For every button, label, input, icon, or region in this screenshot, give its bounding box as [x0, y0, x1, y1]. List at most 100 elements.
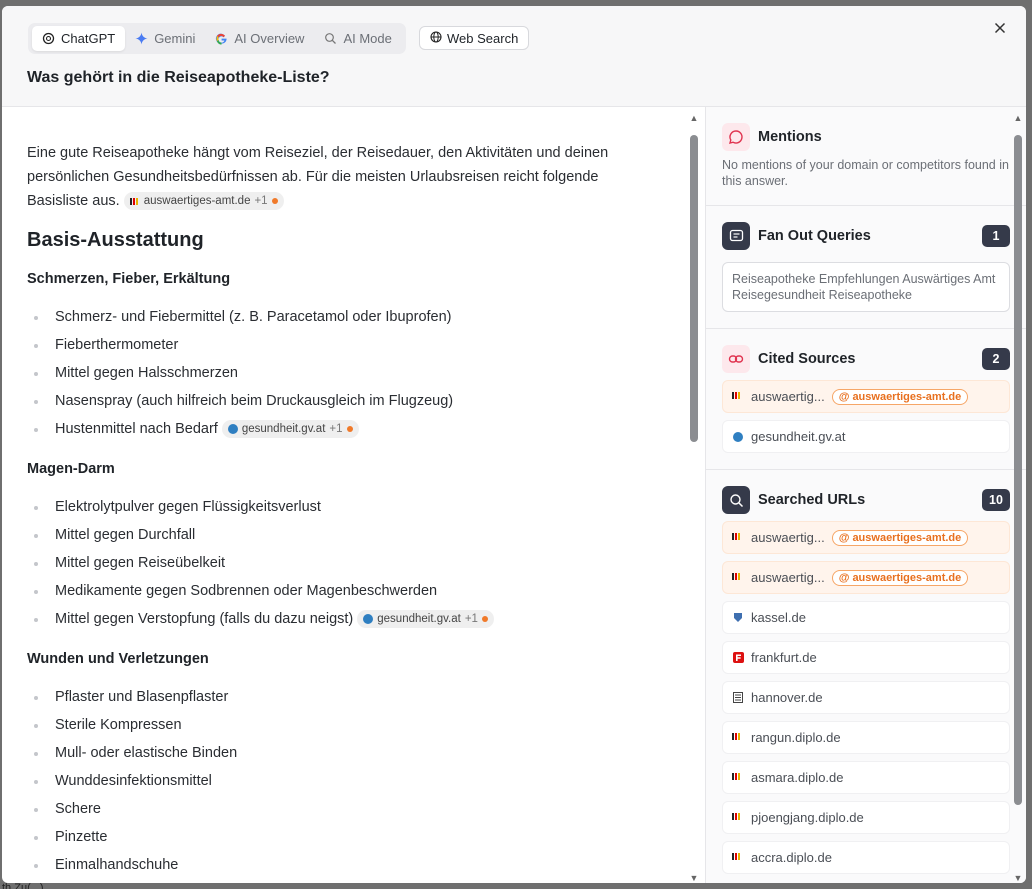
cited-list: auswaertig... @ auswaertiges-amt.de gesun… — [722, 380, 1010, 453]
message-lines-icon — [722, 222, 750, 250]
scroll-down-icon[interactable]: ▼ — [1013, 873, 1023, 883]
tab-label: Gemini — [154, 31, 196, 46]
de-flag-icon — [732, 732, 744, 744]
tab-label: AI Overview — [234, 31, 305, 46]
url-label: hannover.de — [751, 690, 823, 705]
list-item: Mittel gegen Halsschmerzen — [27, 359, 642, 387]
section-list: Pflaster und Blasenpflaster Sterile Komp… — [27, 683, 642, 879]
chip-more: +1 — [464, 613, 478, 626]
frankfurt-icon — [732, 652, 744, 664]
source-row[interactable]: gesundheit.gv.at — [722, 420, 1010, 453]
close-button[interactable] — [990, 20, 1010, 40]
list-item: Mittel gegen Reiseübelkeit — [27, 549, 642, 577]
tab-label: ChatGPT — [61, 31, 116, 46]
scroll-thumb[interactable] — [1014, 135, 1022, 805]
badge-label: auswaertiges-amt.de — [852, 531, 962, 544]
mentions-section: Mentions No mentions of your domain or c… — [706, 107, 1026, 206]
cited-title: Cited Sources — [758, 351, 856, 367]
section-title: Magen-Darm — [27, 461, 115, 477]
scroll-thumb[interactable] — [690, 135, 698, 442]
fan-out-query[interactable]: Reiseapotheke Empfehlungen Auswärtiges A… — [722, 262, 1010, 312]
chip-domain: gesundheit.gv.at — [241, 423, 326, 436]
url-row[interactable]: frankfurt.de — [722, 641, 1010, 674]
badge-label: auswaertiges-amt.de — [852, 390, 962, 403]
domain-badge: @ auswaertiges-amt.de — [831, 569, 969, 586]
scroll-down-icon[interactable]: ▼ — [689, 873, 699, 883]
scroll-up-icon[interactable]: ▲ — [1013, 113, 1023, 123]
item-text: Hustenmittel nach Bedarf — [55, 421, 218, 437]
insights-sidebar: Mentions No mentions of your domain or c… — [705, 107, 1026, 883]
de-flag-icon — [732, 572, 744, 584]
list-item: Fieberthermometer — [27, 331, 642, 359]
domain-badge: @ auswaertiges-amt.de — [831, 529, 969, 546]
fan-out-title: Fan Out Queries — [758, 228, 871, 244]
section-list: Schmerz- und Fiebermittel (z. B. Paracet… — [27, 303, 642, 443]
cited-header: Cited Sources 2 — [722, 345, 1010, 373]
tab-ai-overview[interactable]: AI Overview — [205, 26, 314, 51]
scroll-up-icon[interactable]: ▲ — [689, 113, 699, 123]
web-search-button[interactable]: Web Search — [419, 26, 530, 50]
url-label: auswaertig... — [751, 530, 825, 545]
mentions-header: Mentions — [722, 123, 1010, 151]
answer-intro: Eine gute Reiseapotheke hängt vom Reisez… — [27, 141, 642, 213]
url-label: accra.diplo.de — [751, 850, 832, 865]
search-icon — [722, 486, 750, 514]
url-row[interactable]: kassel.de — [722, 601, 1010, 634]
list-item: Mittel gegen Durchfall — [27, 521, 642, 549]
list-item: Schmerz- und Fiebermittel (z. B. Paracet… — [27, 303, 642, 331]
fan-out-section: Fan Out Queries 1 Reiseapotheke Empfehlu… — [706, 206, 1026, 329]
chip-more: +1 — [329, 423, 343, 436]
url-row[interactable]: accra.diplo.de — [722, 841, 1010, 874]
tab-chatgpt[interactable]: ChatGPT — [32, 26, 126, 51]
intro-text: Eine gute Reiseapotheke hängt vom Reisez… — [27, 145, 609, 209]
searched-title: Searched URLs — [758, 492, 866, 508]
link-icon — [722, 345, 750, 373]
gv-icon — [227, 424, 238, 435]
tab-gemini[interactable]: Gemini — [125, 26, 205, 51]
chip-domain: gesundheit.gv.at — [377, 613, 461, 626]
url-row[interactable]: auswaertig... @ auswaertiges-amt.de — [722, 561, 1010, 594]
list-item: Sterile Kompressen — [27, 711, 642, 739]
engine-tabs: ChatGPT Gemini AI Overview AI Mode — [28, 23, 406, 54]
source-label: auswaertig... — [751, 389, 825, 404]
mentions-title: Mentions — [758, 129, 822, 145]
gv-icon — [732, 431, 744, 443]
web-search-label: Web Search — [447, 30, 519, 46]
searched-count: 10 — [982, 489, 1010, 511]
sidebar-scrollbar[interactable]: ▲ ▼ — [1013, 113, 1023, 883]
domain-badge: @ auswaertiges-amt.de — [831, 388, 969, 405]
fan-out-header: Fan Out Queries 1 — [722, 222, 1010, 250]
list-item: Pinzette — [27, 823, 642, 851]
cited-sources-section: Cited Sources 2 auswaertig... @ auswaerti… — [706, 329, 1026, 470]
list-item: Schere — [27, 795, 642, 823]
gemini-icon — [135, 32, 148, 45]
url-row[interactable]: rangun.diplo.de — [722, 721, 1010, 754]
url-row[interactable]: auswaertig... @ auswaertiges-amt.de — [722, 521, 1010, 554]
cited-count: 2 — [982, 348, 1010, 370]
url-label: asmara.diplo.de — [751, 770, 844, 785]
answer-panel: Eine gute Reiseapotheke hängt vom Reisez… — [2, 107, 702, 883]
at-icon: @ — [838, 531, 850, 544]
fan-out-count: 1 — [982, 225, 1010, 247]
tab-ai-mode[interactable]: AI Mode — [314, 26, 401, 51]
answer-scrollbar[interactable]: ▲ ▼ — [689, 113, 699, 883]
chip-dot — [481, 616, 488, 623]
url-row[interactable]: pjoengjang.diplo.de — [722, 801, 1010, 834]
searched-header: Searched URLs 10 — [722, 486, 1010, 514]
source-label: gesundheit.gv.at — [751, 429, 846, 444]
url-row[interactable]: hannover.de — [722, 681, 1010, 714]
citation-chip[interactable]: gesundheit.gv.at +1 — [357, 610, 494, 629]
kassel-icon — [732, 612, 744, 624]
close-icon — [994, 21, 1006, 39]
list-item: Medikamente gegen Sodbrennen oder Magenb… — [27, 577, 642, 605]
citation-chip[interactable]: auswaertiges-amt.de +1 — [123, 192, 284, 211]
url-row[interactable]: asmara.diplo.de — [722, 761, 1010, 794]
citation-chip[interactable]: gesundheit.gv.at +1 — [221, 420, 359, 439]
de-flag-icon — [732, 852, 744, 864]
list-item: Pflaster und Blasenpflaster — [27, 683, 642, 711]
badge-label: auswaertiges-amt.de — [852, 571, 962, 584]
de-flag-icon — [129, 197, 140, 206]
chatgpt-icon — [42, 32, 55, 45]
chip-dot — [346, 426, 353, 433]
source-row[interactable]: auswaertig... @ auswaertiges-amt.de — [722, 380, 1010, 413]
